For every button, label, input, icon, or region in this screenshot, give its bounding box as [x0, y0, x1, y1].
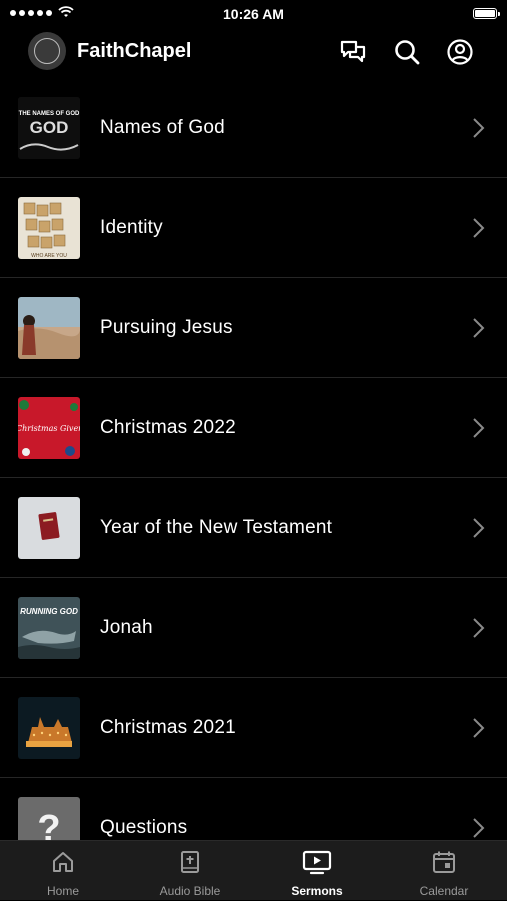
app-title: FaithChapel — [77, 40, 192, 62]
chevron-right-icon — [473, 418, 485, 438]
tab-sermons[interactable]: Sermons — [254, 841, 380, 901]
tab-label: Sermons — [291, 884, 343, 898]
sermon-row-identity[interactable]: WHO ARE YOU Identity — [0, 178, 507, 278]
sermon-title: Identity — [100, 217, 163, 238]
profile-button[interactable] — [445, 37, 475, 67]
search-icon — [395, 40, 420, 65]
home-icon — [53, 852, 73, 872]
app-header: FaithChapel — [0, 28, 507, 78]
sermon-row-year-of-the-new-testament[interactable]: Year of the New Testament — [0, 478, 507, 578]
calendar-icon — [433, 851, 455, 873]
app-logo[interactable] — [28, 32, 66, 70]
sermon-thumbnail: THE NAMES OF GOD GOD — [18, 97, 80, 159]
sermon-row-christmas-2021[interactable]: Christmas 2021 — [0, 678, 507, 778]
bottom-tab-bar: Home Audio Bible Sermons Calendar — [0, 840, 507, 900]
chat-button[interactable] — [338, 37, 368, 67]
sermon-title: Names of God — [100, 117, 225, 138]
chevron-right-icon — [473, 518, 485, 538]
tab-label: Audio Bible — [159, 884, 221, 898]
status-bar: 10:26 AM — [0, 0, 507, 28]
tab-label: Calendar — [419, 884, 469, 898]
tab-home[interactable]: Home — [0, 841, 126, 901]
sermon-thumbnail — [18, 497, 80, 559]
sermon-thumbnail: ? — [18, 797, 80, 840]
chevron-right-icon — [473, 618, 485, 638]
svg-text:RUNNING GOD: RUNNING GOD — [20, 607, 78, 616]
bible-icon — [181, 851, 199, 873]
tv-play-icon — [302, 850, 332, 875]
sermon-row-questions[interactable]: ? Questions — [0, 778, 507, 840]
svg-text:THE NAMES OF GOD: THE NAMES OF GOD — [19, 111, 80, 117]
tab-audio-bible[interactable]: Audio Bible — [127, 841, 253, 901]
chat-bubbles-icon — [340, 40, 366, 63]
sermon-row-pursuing-jesus[interactable]: Pursuing Jesus — [0, 278, 507, 378]
svg-text:?: ? — [37, 808, 60, 840]
sermon-thumbnail: Christmas Giver — [18, 397, 80, 459]
chevron-right-icon — [473, 718, 485, 738]
sermon-row-christmas-2022[interactable]: Christmas Giver Christmas 2022 — [0, 378, 507, 478]
sermon-title: Year of the New Testament — [100, 517, 333, 538]
sermon-title: Jonah — [100, 617, 153, 638]
chevron-right-icon — [473, 318, 485, 338]
tab-label: Home — [46, 884, 79, 898]
sermon-thumbnail — [18, 697, 80, 759]
sermon-row-names-of-god[interactable]: THE NAMES OF GOD GOD Names of God — [0, 78, 507, 178]
sermon-row-jonah[interactable]: RUNNING GOD Jonah — [0, 578, 507, 678]
sermon-title: Christmas 2022 — [100, 417, 236, 438]
tab-calendar[interactable]: Calendar — [381, 841, 507, 901]
svg-text:WHO ARE YOU: WHO ARE YOU — [31, 253, 67, 259]
search-button[interactable] — [392, 37, 422, 67]
sermon-title: Christmas 2021 — [100, 717, 236, 738]
faith-chapel-logo-icon — [34, 38, 60, 64]
chevron-right-icon — [473, 818, 485, 838]
sermon-title: Questions — [100, 817, 188, 838]
sermon-thumbnail — [18, 297, 80, 359]
chevron-right-icon — [473, 218, 485, 238]
sermon-thumbnail: RUNNING GOD — [18, 597, 80, 659]
sermon-list[interactable]: THE NAMES OF GOD GOD Names of God WHO AR… — [0, 78, 507, 840]
status-time: 10:26 AM — [223, 6, 284, 22]
battery-icon — [473, 8, 500, 19]
sermon-title: Pursuing Jesus — [100, 317, 233, 338]
svg-text:GOD: GOD — [30, 118, 69, 137]
sermon-thumbnail: WHO ARE YOU — [18, 197, 80, 259]
svg-text:Christmas Giver: Christmas Giver — [18, 424, 80, 433]
user-circle-icon — [447, 39, 473, 65]
chevron-right-icon — [473, 118, 485, 138]
